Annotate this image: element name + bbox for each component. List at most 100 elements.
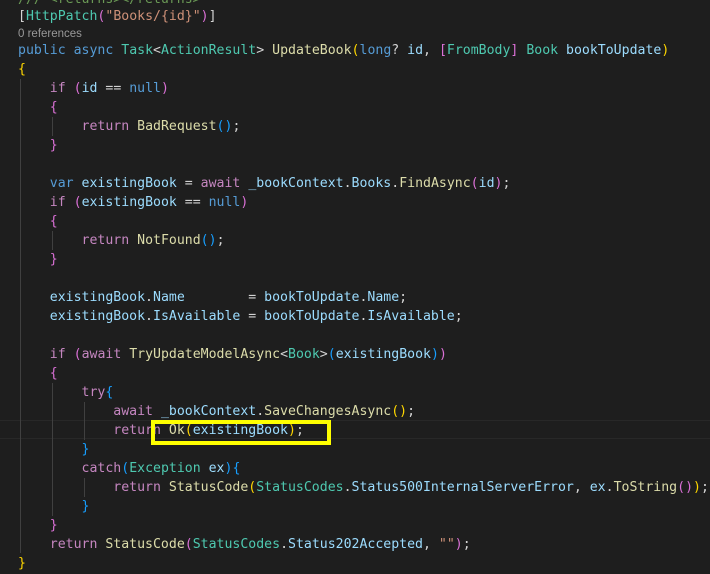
code-token: (	[470, 176, 479, 191]
code-token: IsAvailable	[367, 309, 455, 324]
code-token: }	[49, 138, 58, 153]
code-token: return	[81, 119, 130, 134]
code-token: SaveChangesAsync	[264, 404, 392, 419]
code-token: .	[343, 480, 352, 495]
code-token: ex	[589, 480, 606, 495]
code-token: ;	[502, 176, 511, 191]
references-codelens[interactable]: 0 references	[18, 27, 82, 41]
code-token: (	[327, 347, 336, 362]
code-token: await	[81, 347, 122, 362]
code-token: )	[200, 9, 209, 24]
code-token: <	[153, 43, 161, 58]
code-token: TryUpdateModelAsync	[129, 347, 281, 362]
code-token: (	[73, 81, 82, 96]
code-token: existingBook	[49, 290, 146, 305]
code-token: return	[81, 233, 130, 248]
code-line: return StatusCode(StatusCodes.Status202A…	[18, 535, 471, 554]
code-token: .	[605, 480, 614, 495]
code-token: bookToUpdate	[264, 290, 360, 305]
code-token: StatusCodes	[256, 480, 344, 495]
code-token: Book	[288, 347, 320, 362]
code-token: return	[113, 480, 161, 495]
code-token: {	[49, 366, 58, 381]
code-token: [	[18, 9, 26, 24]
code-token: )	[430, 347, 439, 362]
code-token: ;	[454, 309, 463, 324]
code-line: }	[18, 440, 90, 459]
code-token: {	[49, 214, 58, 229]
code-token: )	[693, 480, 701, 495]
code-token: _bookContext	[248, 176, 344, 191]
code-line: try{	[18, 383, 114, 402]
code-token: .	[391, 176, 400, 191]
code-token: ;	[216, 233, 225, 248]
code-token: "Books/{id}"	[105, 9, 201, 24]
code-line: {	[18, 98, 58, 117]
code-token: )	[399, 404, 408, 419]
code-token: }	[49, 518, 58, 533]
code-line: }	[18, 516, 58, 535]
code-token: }	[49, 252, 58, 267]
code-token: ;	[399, 290, 408, 305]
code-line: {	[18, 60, 26, 79]
code-token: Status202Accepted	[288, 537, 423, 552]
code-token: )	[240, 195, 249, 210]
code-token: .	[343, 176, 352, 191]
code-token: null	[208, 195, 241, 210]
code-token: id	[81, 81, 98, 96]
code-token: existingBook	[81, 195, 177, 210]
code-token: [	[438, 43, 447, 58]
code-token: )	[454, 537, 463, 552]
code-token: ;	[232, 119, 241, 134]
code-token: FindAsync	[399, 176, 471, 191]
code-token: NotFound	[137, 233, 201, 248]
code-token: {	[49, 100, 58, 115]
code-token: return	[49, 537, 98, 552]
code-token: Name	[367, 290, 400, 305]
code-line: return StatusCode(StatusCodes.Status500I…	[18, 478, 709, 497]
code-token: if	[49, 81, 66, 96]
code-token: )	[661, 43, 670, 58]
code-token: ]	[208, 9, 217, 24]
code-line: {	[18, 364, 58, 383]
code-token: if	[49, 347, 66, 362]
code-token: .	[145, 290, 153, 305]
code-token: ToString	[613, 480, 678, 495]
code-token: ==	[176, 195, 209, 210]
code-token: >	[256, 43, 273, 58]
code-token: .	[280, 537, 289, 552]
code-token: (	[391, 404, 400, 419]
code-token: Books	[351, 176, 392, 191]
code-token: ,	[573, 480, 590, 495]
code-token: }	[81, 499, 90, 514]
code-token: StatusCodes	[192, 537, 281, 552]
code-token: HttpPatch	[25, 9, 98, 24]
code-line: {	[18, 212, 58, 231]
code-line-attribute: [HttpPatch("Books/{id}")]	[18, 7, 217, 26]
code-editor[interactable]: /// <returns></returns> [HttpPatch("Book…	[0, 0, 710, 574]
code-token: try	[81, 385, 106, 400]
code-line: return BadRequest();	[18, 117, 241, 136]
code-token: ;	[700, 480, 709, 495]
code-token: var	[49, 176, 74, 191]
code-token: if	[49, 195, 66, 210]
code-token: ""	[438, 537, 455, 552]
